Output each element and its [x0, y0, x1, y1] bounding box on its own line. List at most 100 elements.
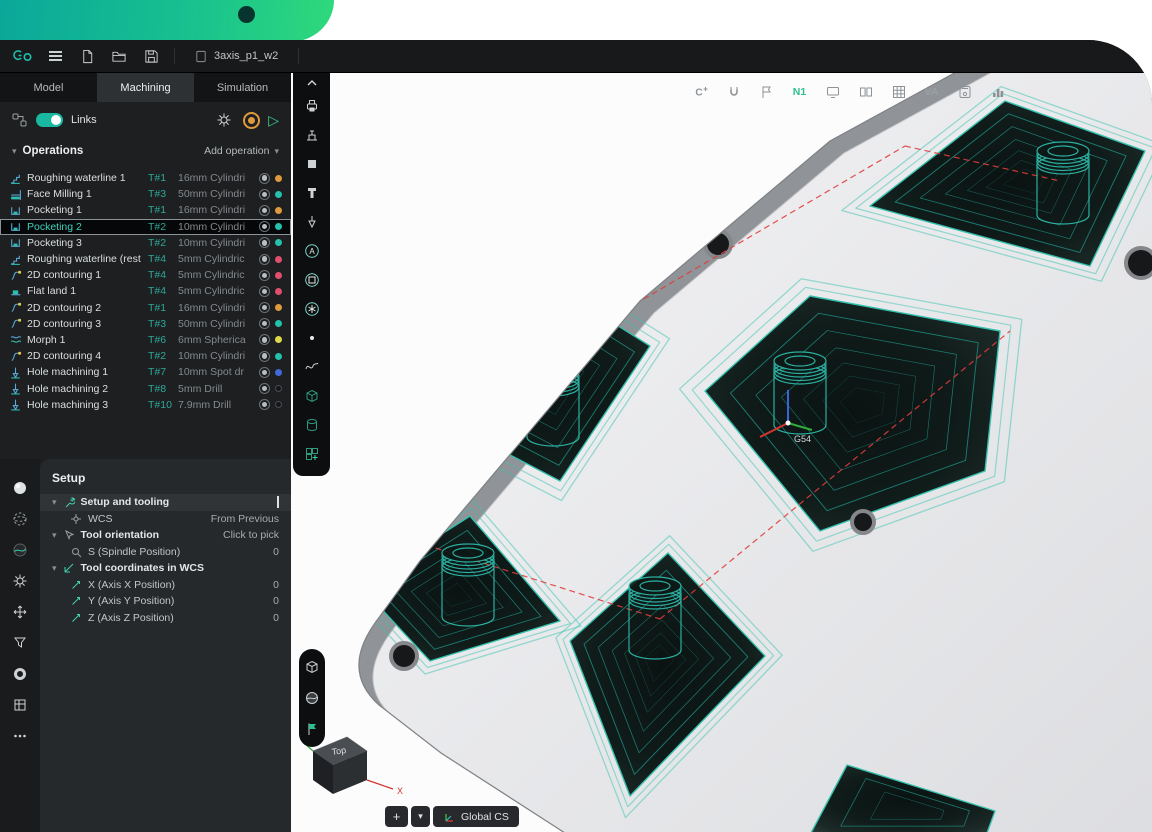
split-view-icon[interactable] — [855, 81, 876, 102]
add-cs-button[interactable]: + — [385, 806, 408, 827]
burst-select-icon[interactable] — [300, 297, 324, 321]
torus-icon[interactable] — [9, 663, 31, 685]
operation-row[interactable]: Hole machining 2T#85mm Drill — [0, 380, 291, 396]
cs-dropdown-button[interactable]: ▾ — [411, 806, 430, 827]
device-icon[interactable] — [954, 81, 975, 102]
setup-value[interactable]: From Previous — [211, 513, 279, 525]
operation-row[interactable]: Flat land 1T#45mm Cylindric — [0, 283, 291, 299]
magnet-icon[interactable] — [723, 81, 744, 102]
tab-simulation[interactable]: Simulation — [194, 73, 291, 102]
setup-value[interactable]: 0 — [273, 612, 279, 624]
operation-row[interactable]: Pocketing 1T#116mm Cylindri — [0, 202, 291, 218]
filter-funnel-icon[interactable] — [9, 632, 31, 654]
transform-arrows-icon[interactable] — [9, 601, 31, 623]
operation-row[interactable]: Pocketing 2T#210mm Cylindri — [0, 219, 291, 235]
links-toggle[interactable] — [36, 113, 63, 127]
send-flag-icon[interactable] — [756, 81, 777, 102]
document-tab[interactable]: 3axis_p1_w2 — [185, 44, 288, 68]
grid-table-icon[interactable] — [888, 81, 909, 102]
setup-row-setup-and-tooling[interactable]: ▾Setup and tooling — [40, 494, 291, 511]
operation-visibility-radio[interactable] — [259, 334, 270, 345]
operation-row[interactable]: 2D contouring 1T#45mm Cylindric — [0, 267, 291, 283]
settings-gear-icon[interactable] — [9, 570, 31, 592]
global-cs-button[interactable]: Global CS — [433, 806, 519, 827]
operation-row[interactable]: 2D contouring 2T#116mm Cylindri — [0, 300, 291, 316]
flag-icon[interactable] — [301, 718, 323, 740]
shaded-sphere-icon[interactable] — [9, 477, 31, 499]
wire-sphere-icon[interactable] — [9, 508, 31, 530]
operation-visibility-radio[interactable] — [259, 351, 270, 362]
operation-row[interactable]: Roughing waterline (restT#45mm Cylindric — [0, 251, 291, 267]
grid-add-icon[interactable] — [300, 442, 324, 466]
operation-visibility-radio[interactable] — [259, 205, 270, 216]
chevron-down-icon[interactable]: ▾ — [12, 147, 17, 156]
operation-visibility-radio[interactable] — [259, 270, 270, 281]
tab-machining[interactable]: Machining — [97, 73, 194, 102]
operation-row[interactable]: 2D contouring 3T#350mm Cylindri — [0, 316, 291, 332]
setup-row-tool-coordinates-in-wcs[interactable]: ▾Tool coordinates in WCS — [40, 560, 291, 577]
operation-visibility-radio[interactable] — [259, 318, 270, 329]
setup-value[interactable]: 0 — [273, 579, 279, 591]
run-simulation-button[interactable]: ▷ — [268, 113, 279, 127]
shading-sphere-icon[interactable] — [301, 687, 323, 709]
viewport-3d[interactable]: G54 Y Top X + ▾ — [291, 73, 1152, 832]
bar-chart-icon[interactable] — [987, 81, 1008, 102]
chevron-down-icon[interactable]: ▾ — [52, 564, 57, 573]
setup-row-x-axis-x-position[interactable]: X (Axis X Position)0 — [40, 577, 291, 594]
operation-row[interactable]: Pocketing 3T#210mm Cylindri — [0, 235, 291, 251]
more-ellipsis-icon[interactable] — [9, 725, 31, 747]
tab-model[interactable]: Model — [0, 73, 97, 102]
dark-sphere-icon[interactable] — [9, 539, 31, 561]
operation-row[interactable]: Hole machining 3T#107.9mm Drill — [0, 397, 291, 413]
operation-row[interactable]: Morph 1T#66mm Spherica — [0, 332, 291, 348]
operation-visibility-radio[interactable] — [259, 254, 270, 265]
operation-row[interactable]: Face Milling 1T#350mm Cylindri — [0, 186, 291, 202]
setup-row-wcs[interactable]: WCSFrom Previous — [40, 511, 291, 528]
selection-a-icon[interactable]: A — [300, 239, 324, 263]
frame-select-icon[interactable] — [300, 268, 324, 292]
operation-visibility-radio[interactable] — [259, 399, 270, 410]
operation-visibility-radio[interactable] — [259, 302, 270, 313]
setup-value[interactable]: Click to pick — [223, 529, 279, 541]
operation-visibility-radio[interactable] — [259, 286, 270, 297]
operation-visibility-radio[interactable] — [259, 189, 270, 200]
solid-cylinder-icon[interactable] — [300, 413, 324, 437]
setup-value[interactable]: 0 — [273, 546, 279, 558]
toolpath-compare-icon[interactable]: C — [690, 81, 711, 102]
scroll-up-icon[interactable] — [300, 77, 324, 89]
setup-row-s-spindle-position[interactable]: S (Spindle Position)0 — [40, 544, 291, 561]
chevron-down-icon[interactable]: ▾ — [52, 498, 57, 507]
curve-icon[interactable] — [300, 355, 324, 379]
operation-row[interactable]: 2D contouring 4T#210mm Cylindri — [0, 348, 291, 364]
setup-row-z-axis-z-position[interactable]: Z (Axis Z Position)0 — [40, 610, 291, 627]
main-menu-button[interactable] — [42, 44, 68, 68]
pattern-box-icon[interactable] — [9, 694, 31, 716]
point-icon[interactable] — [300, 326, 324, 350]
nc-badge[interactable]: N1 — [789, 81, 810, 102]
print-icon[interactable] — [300, 94, 324, 118]
setup-row-y-axis-y-position[interactable]: Y (Axis Y Position)0 — [40, 593, 291, 610]
operation-visibility-radio[interactable] — [259, 237, 270, 248]
save-button[interactable] — [138, 44, 164, 68]
tool-holder-icon[interactable] — [300, 181, 324, 205]
operation-visibility-radio[interactable] — [259, 367, 270, 378]
stock-icon[interactable] — [300, 152, 324, 176]
chevron-down-icon[interactable]: ▾ — [52, 531, 57, 540]
add-operation-button[interactable]: Add operation ▾ — [204, 145, 279, 157]
operation-visibility-radio[interactable] — [259, 221, 270, 232]
operation-visibility-radio[interactable] — [259, 383, 270, 394]
new-file-button[interactable] — [74, 44, 100, 68]
machine-icon[interactable] — [300, 123, 324, 147]
operation-visibility-radio[interactable] — [259, 173, 270, 184]
viewcube-face-label[interactable]: Top — [331, 745, 347, 757]
isolate-box-icon[interactable] — [301, 656, 323, 678]
va-badge[interactable]: VA — [921, 81, 942, 102]
simulation-target-icon[interactable] — [243, 112, 260, 129]
setup-value[interactable]: 0 — [273, 595, 279, 607]
operation-row[interactable]: Roughing waterline 1T#116mm Cylindri — [0, 170, 291, 186]
operation-row[interactable]: Hole machining 1T#710mm Spot dr — [0, 364, 291, 380]
probe-icon[interactable] — [300, 210, 324, 234]
operations-settings-gear-icon[interactable] — [213, 109, 235, 131]
setup-row-tool-orientation[interactable]: ▾Tool orientationClick to pick — [40, 527, 291, 544]
open-file-button[interactable] — [106, 44, 132, 68]
